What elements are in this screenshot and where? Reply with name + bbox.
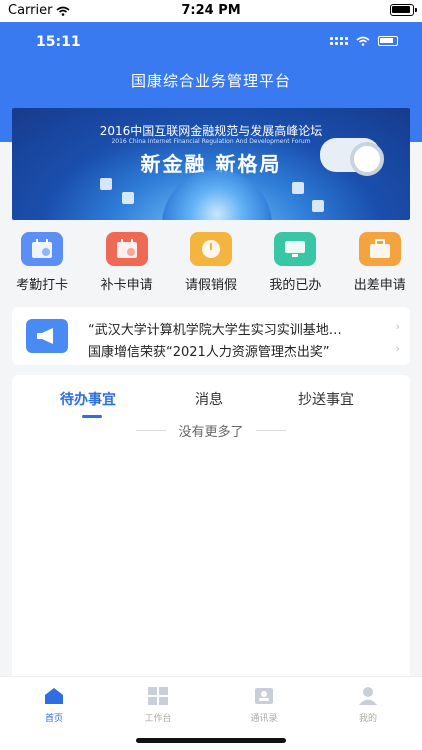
notice-card: “武汉大学计算机学院大学生实习实训基地… › 国康增信荣获“2021人力资源管理… (12, 307, 410, 365)
page-title: 国康综合业务管理平台 (130, 72, 291, 90)
chevron-right-icon: › (395, 320, 400, 333)
grid-icon (146, 685, 170, 707)
chevron-right-icon: › (395, 342, 400, 355)
calendar-plus-icon (105, 232, 148, 266)
quick-action-label: 请假销假 (184, 278, 237, 293)
quick-action-reissue[interactable]: 补卡申请 (87, 232, 167, 294)
tabbar-me[interactable]: 我的 (328, 685, 408, 724)
quick-action-label: 补卡申请 (100, 278, 153, 293)
divider (136, 430, 167, 431)
battery-icon (390, 4, 417, 16)
tabbar-label: 我的 (358, 714, 377, 724)
quick-action-label: 出差申请 (353, 278, 406, 293)
tabbar-home[interactable]: 首页 (14, 685, 94, 724)
empty-text: 没有更多了 (178, 425, 244, 440)
tab-messages[interactable]: 消息 (195, 389, 223, 409)
cube-decoration (100, 178, 112, 190)
globe-image (162, 170, 272, 220)
clock-icon (189, 232, 232, 266)
system-status-bar: Carrier 7:24 PM (0, 0, 422, 22)
quick-action-done[interactable]: 我的已办 (255, 232, 335, 294)
user-icon (356, 685, 380, 707)
quick-action-label: 我的已办 (269, 278, 322, 293)
active-tab-indicator (82, 415, 102, 418)
cube-decoration (292, 182, 304, 194)
divider (255, 430, 286, 431)
megaphone-icon (26, 319, 68, 353)
tabbar-contacts[interactable]: 通讯录 (224, 685, 304, 724)
quick-action-business-trip[interactable]: 出差申请 (340, 232, 420, 294)
wifi-icon (356, 36, 370, 46)
home-indicator (136, 738, 286, 743)
tab-cc[interactable]: 抄送事宜 (298, 389, 354, 409)
tabbar-workbench[interactable]: 工作台 (118, 685, 198, 724)
notice-item[interactable]: 国康增信荣获“2021人力资源管理杰出奖” (88, 341, 394, 360)
quick-actions: 考勤打卡 补卡申请 请假销假 我的已办 出差申请 (0, 232, 422, 294)
inner-time: 15:11 (36, 34, 81, 50)
empty-state: 没有更多了 (12, 421, 410, 440)
system-time: 7:24 PM (181, 3, 241, 18)
banner-carousel[interactable]: 2016中国互联网金融规范与发展高峰论坛 2016 China Internet… (12, 108, 410, 220)
notice-item[interactable]: “武汉大学计算机学院大学生实习实训基地… (88, 319, 394, 338)
tabbar-label: 工作台 (144, 714, 172, 724)
contacts-icon (252, 685, 276, 707)
tabbar-label: 首页 (44, 714, 63, 724)
inner-status-icons (330, 36, 398, 46)
quick-action-label: 考勤打卡 (16, 278, 69, 293)
battery-icon (378, 36, 398, 46)
tab-todo[interactable]: 待办事宜 (60, 389, 116, 409)
coin-image (320, 138, 384, 176)
home-icon (42, 685, 66, 707)
tasks-card: 待办事宜 消息 抄送事宜 没有更多了 (12, 375, 410, 685)
banner-title: 2016中国互联网金融规范与发展高峰论坛 (99, 124, 323, 138)
signal-icon (330, 37, 348, 45)
quick-action-leave[interactable]: 请假销假 (171, 232, 251, 294)
monitor-icon (274, 232, 317, 266)
quick-action-attendance[interactable]: 考勤打卡 (2, 232, 82, 294)
tabbar-label: 通讯录 (250, 714, 278, 724)
briefcase-icon (358, 232, 401, 266)
cube-decoration (312, 200, 324, 212)
cube-decoration (122, 192, 134, 204)
calendar-icon (21, 232, 64, 266)
